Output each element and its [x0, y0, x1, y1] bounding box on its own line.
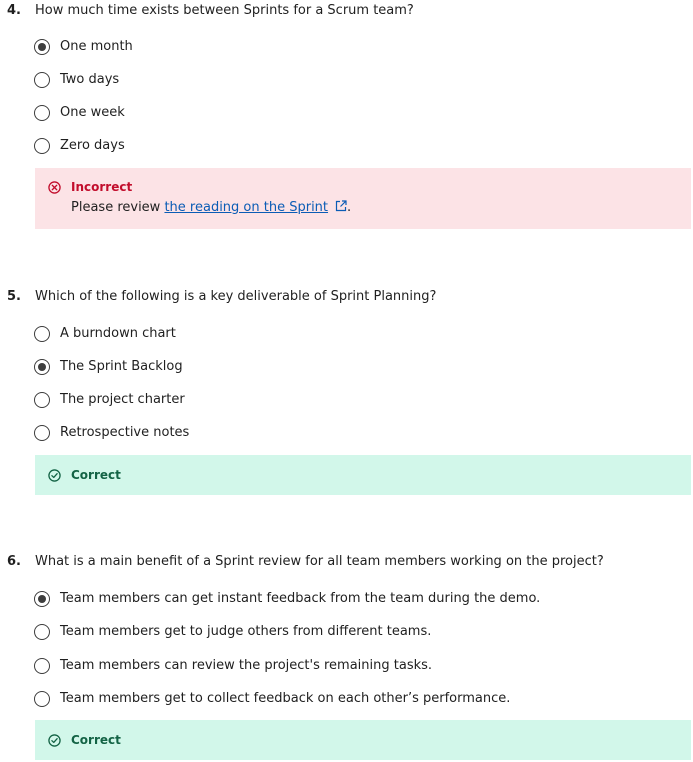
quiz-page: 4. How much time exists between Sprints … — [0, 0, 693, 762]
feedback-status: Correct — [71, 468, 121, 482]
answer-option[interactable]: One week — [34, 103, 125, 123]
answer-option[interactable]: Team members can review the project's re… — [34, 656, 432, 676]
radio-button[interactable] — [34, 105, 50, 121]
answer-option[interactable]: Two days — [34, 70, 119, 90]
question-text: Which of the following is a key delivera… — [35, 289, 437, 304]
question-text: What is a main benefit of a Sprint revie… — [35, 554, 604, 569]
question-number: 6. — [7, 554, 21, 569]
option-label: Team members can get instant feedback fr… — [60, 591, 541, 606]
question-number: 4. — [7, 3, 21, 18]
answer-option[interactable]: Retrospective notes — [34, 423, 189, 443]
error-circle-x-icon — [48, 180, 61, 194]
feedback-status: Incorrect — [71, 180, 133, 194]
option-label: One month — [60, 39, 133, 54]
feedback-incorrect: Incorrect Please review the reading on t… — [35, 168, 691, 229]
reading-link[interactable]: the reading on the Sprint — [164, 200, 347, 215]
feedback-message-prefix: Please review — [71, 200, 165, 215]
feedback-status: Correct — [71, 733, 121, 747]
answer-option[interactable]: The Sprint Backlog — [34, 357, 183, 377]
reading-link-text[interactable]: the reading on the Sprint — [164, 200, 328, 215]
radio-button[interactable] — [34, 425, 50, 441]
feedback-correct: Correct — [35, 455, 691, 495]
answer-option[interactable]: Team members get to judge others from di… — [34, 622, 431, 642]
check-circle-icon — [48, 468, 61, 482]
check-circle-icon — [48, 733, 61, 747]
radio-button[interactable] — [34, 326, 50, 342]
radio-button-selected[interactable] — [34, 39, 50, 55]
answer-option[interactable]: One month — [34, 37, 133, 57]
external-link-icon[interactable] — [335, 200, 347, 212]
option-label: The project charter — [60, 392, 185, 407]
question-number: 5. — [7, 289, 21, 304]
option-label: A burndown chart — [60, 326, 176, 341]
option-label: Team members get to judge others from di… — [60, 624, 432, 639]
answer-option[interactable]: The project charter — [34, 390, 185, 410]
radio-button-selected[interactable] — [34, 591, 50, 607]
answer-option[interactable]: Team members can get instant feedback fr… — [34, 589, 540, 609]
radio-button[interactable] — [34, 138, 50, 154]
option-label: Team members can review the project's re… — [60, 658, 433, 673]
option-label: The Sprint Backlog — [60, 359, 183, 374]
option-label: Zero days — [60, 138, 125, 153]
feedback-message: Please review the reading on the Sprint … — [71, 199, 351, 217]
answer-option[interactable]: Zero days — [34, 136, 125, 156]
answer-option[interactable]: Team members get to collect feedback on … — [34, 689, 510, 709]
radio-button[interactable] — [34, 392, 50, 408]
radio-button[interactable] — [34, 72, 50, 88]
option-label: One week — [60, 105, 125, 120]
option-label: Two days — [60, 72, 120, 87]
answer-option[interactable]: A burndown chart — [34, 324, 176, 344]
radio-button-selected[interactable] — [34, 359, 50, 375]
feedback-correct: Correct — [35, 720, 691, 760]
option-label: Team members get to collect feedback on … — [60, 691, 511, 706]
question-text: How much time exists between Sprints for… — [35, 3, 414, 18]
radio-button[interactable] — [34, 658, 50, 674]
option-label: Retrospective notes — [60, 425, 190, 440]
feedback-message-suffix: . — [347, 200, 352, 215]
radio-button[interactable] — [34, 624, 50, 640]
radio-button[interactable] — [34, 691, 50, 707]
